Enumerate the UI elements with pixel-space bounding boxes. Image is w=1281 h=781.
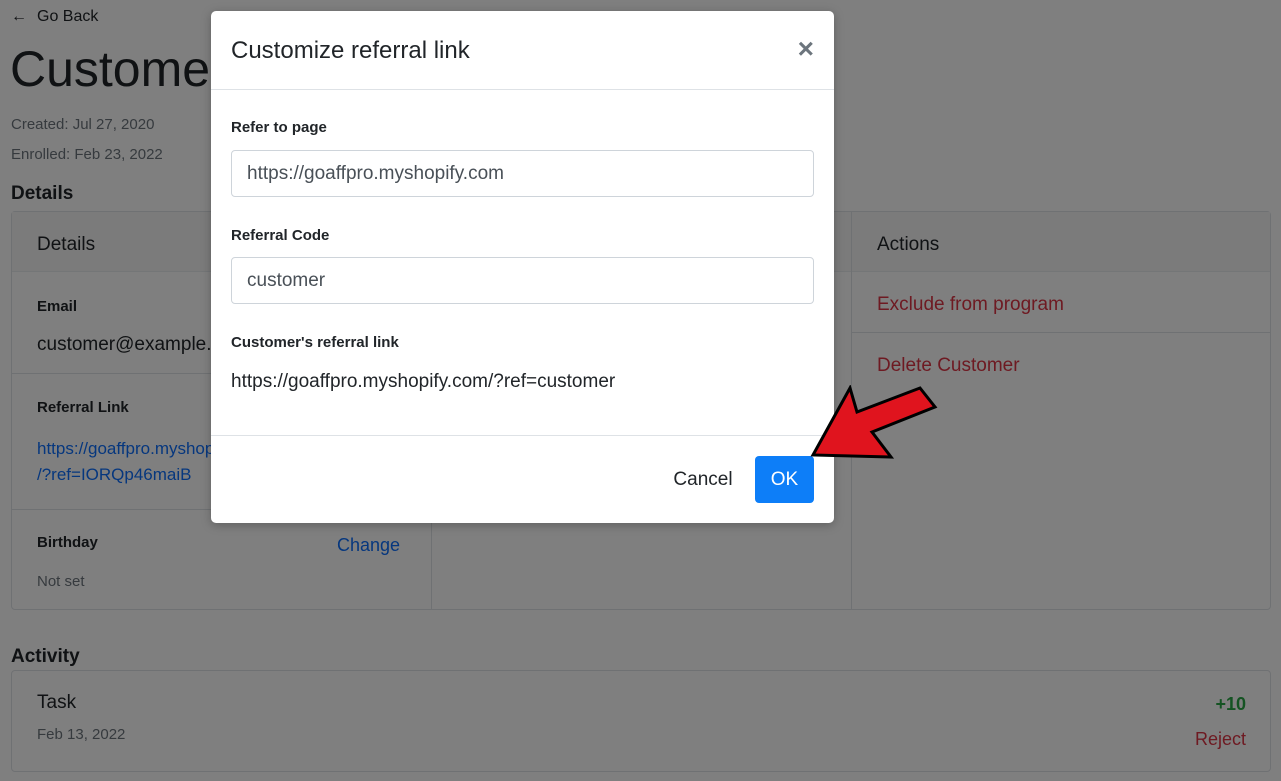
modal-title: Customize referral link [231, 37, 470, 64]
close-icon[interactable]: × [798, 35, 814, 63]
customer-referral-link-label: Customer's referral link [231, 334, 399, 351]
referral-code-label: Referral Code [231, 227, 330, 244]
refer-to-page-input[interactable] [231, 150, 814, 197]
referral-code-input[interactable] [231, 257, 814, 304]
cancel-button[interactable]: Cancel [658, 456, 748, 503]
modal-header-divider [211, 89, 834, 90]
red-pointer-arrow-shape [810, 385, 938, 459]
red-pointer-arrow [810, 385, 938, 459]
refer-to-page-label: Refer to page [231, 119, 327, 136]
customize-referral-link-modal: Customize referral link × Refer to page … [211, 11, 834, 523]
modal-footer-divider [211, 435, 834, 436]
customer-referral-link-value: https://goaffpro.myshopify.com/?ref=cust… [231, 371, 616, 392]
ok-button[interactable]: OK [755, 456, 814, 503]
